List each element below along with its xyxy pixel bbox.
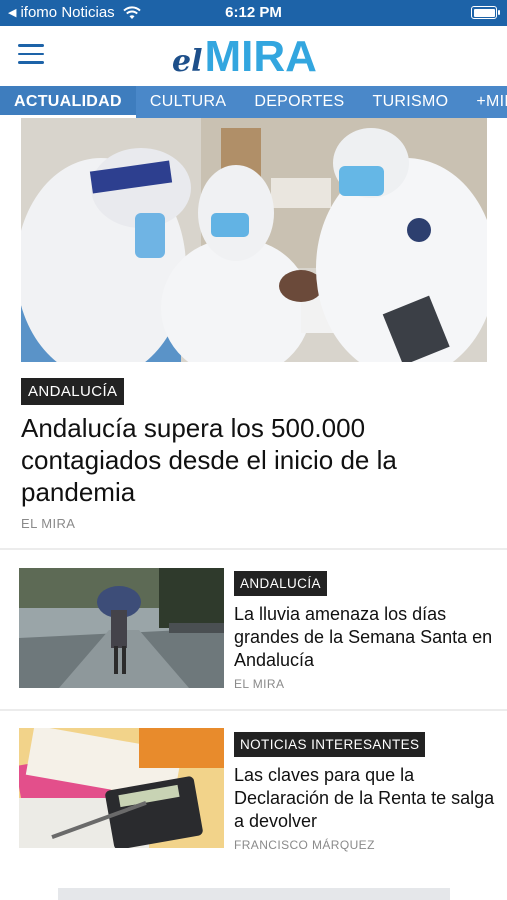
tab-mas-mira[interactable]: +MIRA <box>462 86 507 118</box>
tab-actualidad[interactable]: ACTUALIDAD <box>0 86 136 118</box>
featured-article-source: EL MIRA <box>21 516 76 531</box>
featured-article-title[interactable]: Andalucía supera los 500.000 contagiados… <box>21 412 461 508</box>
article-card[interactable]: ANDALUCÍA La lluvia amenaza los días gra… <box>0 568 507 700</box>
divider <box>0 709 507 711</box>
featured-article-image[interactable] <box>21 118 487 362</box>
article-thumbnail[interactable] <box>19 728 224 848</box>
battery-icon <box>471 6 500 19</box>
status-bar: ◀ ifomo Noticias 6:12 PM <box>0 0 507 26</box>
tab-deportes[interactable]: DEPORTES <box>240 86 358 118</box>
category-nav: ACTUALIDAD CULTURA DEPORTES TURISMO +MIR… <box>0 86 507 118</box>
article-category-badge[interactable]: NOTICIAS INTERESANTES <box>234 732 426 757</box>
tab-turismo[interactable]: TURISMO <box>359 86 463 118</box>
ad-banner[interactable] <box>58 888 450 900</box>
el-mira-logo[interactable]: el MIRA <box>172 32 317 82</box>
article-card[interactable]: NOTICIAS INTERESANTES Las claves para qu… <box>0 728 507 860</box>
logo-el: el <box>172 44 203 79</box>
article-source: EL MIRA <box>234 677 285 691</box>
featured-category-badge[interactable]: ANDALUCÍA <box>21 378 125 405</box>
tab-cultura[interactable]: CULTURA <box>136 86 240 118</box>
article-source: FRANCISCO MÁRQUEZ <box>234 838 375 852</box>
article-title[interactable]: La lluvia amenaza los días grandes de la… <box>234 603 496 672</box>
app-header: el MIRA <box>0 26 507 86</box>
status-time: 6:12 PM <box>225 4 282 21</box>
divider <box>0 548 507 550</box>
logo-mira: MIRA <box>204 32 317 81</box>
article-category-badge[interactable]: ANDALUCÍA <box>234 571 327 596</box>
article-title[interactable]: Las claves para que la Declaración de la… <box>234 764 496 833</box>
hamburger-menu-icon[interactable] <box>18 44 44 66</box>
article-thumbnail[interactable] <box>19 568 224 688</box>
